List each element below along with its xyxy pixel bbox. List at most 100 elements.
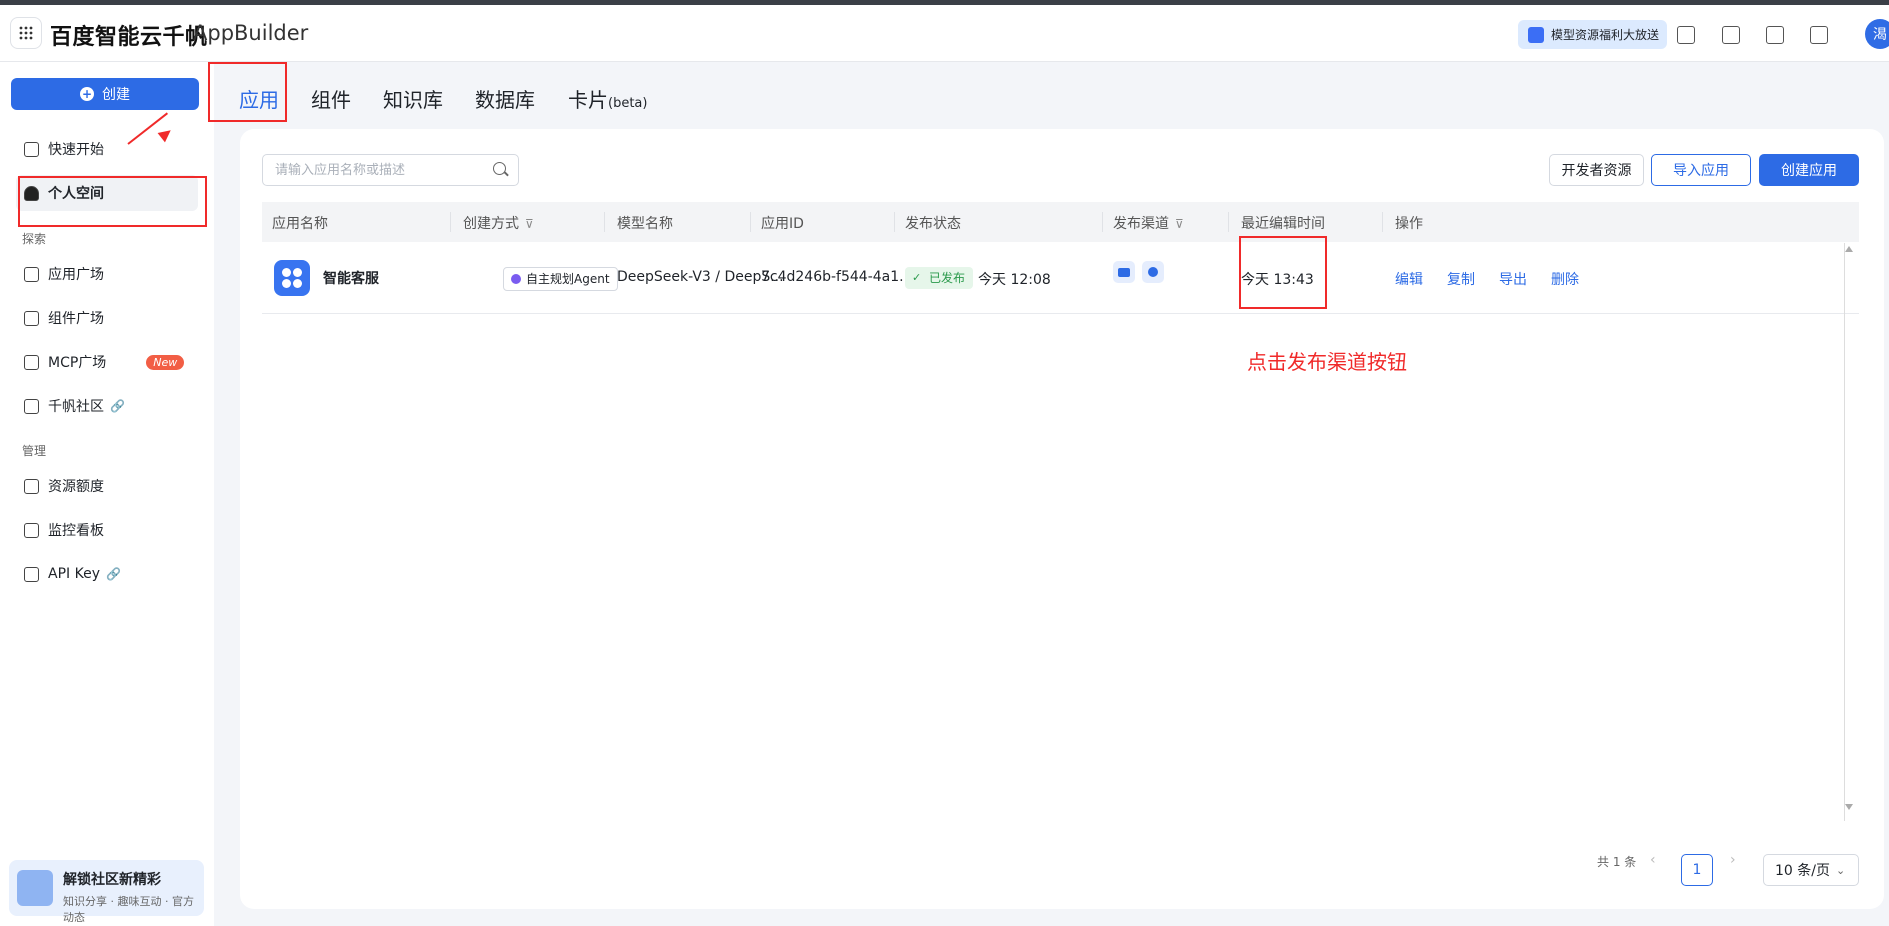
column-header: 最近编辑时间 xyxy=(1241,216,1325,232)
promo-label: 模型资源福利大放送 xyxy=(1551,28,1660,42)
search-icon[interactable] xyxy=(493,162,506,175)
promo-card-subtitle: 知识分享 · 趣味互动 · 官方动态 xyxy=(63,895,194,924)
book-icon[interactable] xyxy=(1766,26,1784,44)
person-icon xyxy=(24,185,39,201)
api-doc-icon[interactable] xyxy=(1677,26,1695,44)
tab-cards-beta: (beta) xyxy=(608,96,648,111)
section-manage: 管理 xyxy=(22,444,47,458)
sidebar-item-label: MCP广场 xyxy=(48,355,107,371)
model-name: DeepSeek-V3 / DeepS... xyxy=(617,269,784,285)
publish-channel-button[interactable] xyxy=(1113,261,1135,283)
create-button[interactable]: + 创建 xyxy=(11,78,199,110)
column-header-label: 发布渠道 xyxy=(1113,216,1169,232)
app-name[interactable]: 智能客服 xyxy=(323,268,379,288)
column-header: 操作 xyxy=(1395,216,1423,232)
sidebar-item-label: 资源额度 xyxy=(48,479,104,495)
column-header-with-filter[interactable]: 创建方式 ⊽ xyxy=(463,213,534,233)
column-divider xyxy=(1228,212,1229,232)
scroll-up-arrow-icon[interactable] xyxy=(1845,246,1853,252)
annotation-text: 点击发布渠道按钮 xyxy=(1247,350,1407,374)
column-divider xyxy=(894,212,895,232)
page-size-value: 10 条/页 xyxy=(1775,863,1830,879)
sidebar-item-api-key[interactable]: API Key 🔗 xyxy=(16,556,198,592)
column-divider xyxy=(1102,212,1103,232)
top-bar: 百度智能云千帆 AppBuilder 模型资源福利大放送 渴 xyxy=(0,5,1889,62)
new-badge: New xyxy=(146,354,185,370)
table-header: 应用名称 创建方式 ⊽ 模型名称 应用ID 发布状态 发布渠道 ⊽ 最近编辑时间 操… xyxy=(262,202,1859,242)
mcp-icon xyxy=(24,354,39,370)
product-name: AppBuilder xyxy=(193,21,309,45)
user-avatar[interactable]: 渴 xyxy=(1865,19,1889,49)
app-id: 7c4d246b-f544-4a1... xyxy=(761,269,913,285)
grid-icon xyxy=(19,26,33,40)
copy-link[interactable]: 复制 xyxy=(1447,269,1475,289)
table-row[interactable]: 智能客服 自主规划Agent DeepSeek-V3 / DeepS... 7c… xyxy=(262,242,1859,314)
edited-time: 今天 13:43 xyxy=(1241,272,1314,288)
column-header-with-filter[interactable]: 发布渠道 ⊽ xyxy=(1113,213,1184,233)
publish-channel-link-button[interactable] xyxy=(1142,261,1164,283)
sidebar-item-monitor[interactable]: 监控看板 xyxy=(16,512,198,548)
column-header: 发布状态 xyxy=(905,216,961,232)
developer-resources-button[interactable]: 开发者资源 xyxy=(1549,154,1644,186)
sidebar-item-label: 千帆社区 xyxy=(48,399,104,415)
qrcode-icon[interactable] xyxy=(1722,26,1740,44)
page-number-current[interactable]: 1 xyxy=(1681,854,1713,886)
next-page-icon[interactable]: › xyxy=(1730,852,1736,868)
column-header: 应用ID xyxy=(761,216,804,232)
create-button-label: 创建 xyxy=(102,87,130,103)
filter-icon[interactable]: ⊽ xyxy=(525,217,534,231)
quickstart-icon xyxy=(24,141,39,157)
tab-apps[interactable]: 应用 xyxy=(239,84,279,113)
community-icon xyxy=(24,398,39,414)
sidebar-item-label: 个人空间 xyxy=(48,186,104,202)
sidebar-item-personal-space[interactable]: 个人空间 xyxy=(16,175,198,211)
page-size-select[interactable]: 10 条/页 ⌄ xyxy=(1763,854,1859,886)
column-divider xyxy=(750,212,751,232)
tab-database[interactable]: 数据库 xyxy=(475,84,535,113)
gift-icon xyxy=(1528,26,1544,43)
sidebar-item-community[interactable]: 千帆社区 🔗 xyxy=(16,388,198,424)
import-app-button[interactable]: 导入应用 xyxy=(1651,154,1751,186)
tab-components[interactable]: 组件 xyxy=(311,84,351,113)
community-promo-card[interactable]: 解锁社区新精彩 知识分享 · 趣味互动 · 官方动态 xyxy=(9,860,204,924)
search-input[interactable] xyxy=(262,154,519,186)
total-count: 共 1 条 xyxy=(1597,855,1637,869)
apps-grid-icon xyxy=(24,266,39,282)
plus-icon: + xyxy=(80,87,94,101)
external-link-icon: 🔗 xyxy=(105,567,121,581)
sidebar-item-mcp-square[interactable]: MCP广场 New xyxy=(16,344,198,380)
web-channel-icon xyxy=(1118,267,1130,277)
prev-page-icon[interactable]: ‹ xyxy=(1650,852,1656,868)
column-divider xyxy=(1382,212,1383,232)
sidebar-item-label: 应用广场 xyxy=(48,267,104,283)
sidebar-item-app-square[interactable]: 应用广场 xyxy=(16,256,198,292)
external-link-icon: 🔗 xyxy=(110,399,125,413)
vertical-scrollbar[interactable] xyxy=(1843,242,1855,822)
key-icon xyxy=(24,566,39,582)
community-illustration-icon xyxy=(17,870,53,906)
sidebar-item-component-square[interactable]: 组件广场 xyxy=(16,300,198,336)
column-header: 模型名称 xyxy=(617,216,673,232)
apps-menu-button[interactable] xyxy=(10,17,42,49)
feedback-icon[interactable] xyxy=(1810,26,1828,44)
delete-link[interactable]: 删除 xyxy=(1551,269,1579,289)
link-channel-icon xyxy=(1148,267,1158,277)
promo-banner-button[interactable]: 模型资源福利大放送 xyxy=(1518,20,1667,49)
chevron-down-icon: ⌄ xyxy=(1835,863,1846,877)
create-mode-tag: 自主规划Agent xyxy=(503,267,618,291)
column-header-label: 创建方式 xyxy=(463,216,519,232)
edit-link[interactable]: 编辑 xyxy=(1395,269,1423,289)
tab-knowledge-base[interactable]: 知识库 xyxy=(383,84,443,113)
sidebar: + 创建 快速开始 个人空间 探索 应用广场 组件广场 MCP广场 New 千帆… xyxy=(0,62,214,926)
tab-cards-label: 卡片 xyxy=(568,88,608,112)
sidebar-item-resource-quota[interactable]: 资源额度 xyxy=(16,468,198,504)
column-divider xyxy=(604,212,605,232)
filter-icon[interactable]: ⊽ xyxy=(1175,217,1184,231)
sidebar-item-label: 快速开始 xyxy=(48,142,104,158)
create-app-button[interactable]: 创建应用 xyxy=(1759,154,1859,186)
monitor-icon xyxy=(24,522,39,538)
promo-card-title: 解锁社区新精彩 xyxy=(63,872,161,888)
scroll-down-arrow-icon[interactable] xyxy=(1845,804,1853,810)
export-link[interactable]: 导出 xyxy=(1499,269,1527,289)
tab-cards[interactable]: 卡片(beta) xyxy=(568,84,647,113)
